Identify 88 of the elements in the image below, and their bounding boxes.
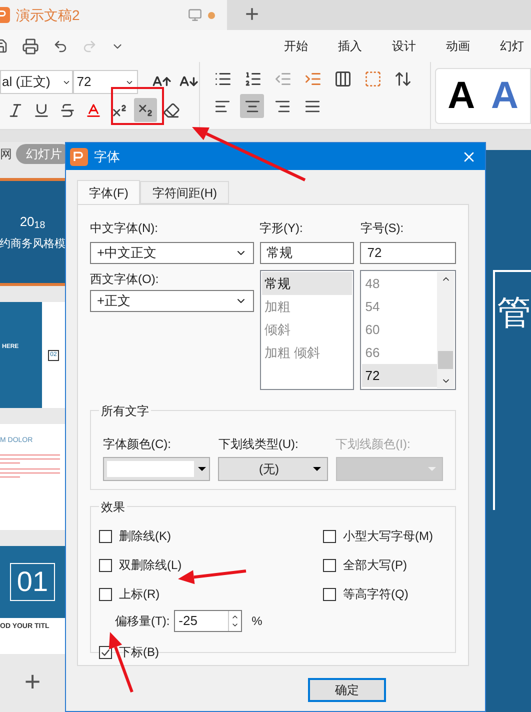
strike-icon	[59, 102, 76, 118]
field-label: 字形(Y):	[260, 220, 304, 237]
underline-icon	[33, 102, 50, 118]
slide-number: 01	[10, 563, 56, 601]
field-label: 字体颜色(C):	[103, 436, 172, 453]
checkbox-label: 下标(B)	[119, 644, 159, 661]
highlight-frame	[111, 87, 164, 125]
list-option[interactable]: 48	[362, 272, 437, 295]
dropdown-arrow-icon	[198, 467, 206, 471]
list-option[interactable]: 60	[362, 318, 437, 341]
field-label: 下划线颜色(I):	[336, 436, 412, 453]
panel-tab[interactable]: 网	[0, 145, 12, 163]
font-color-select[interactable]	[103, 457, 210, 481]
list-option[interactable]: 72	[362, 364, 437, 387]
monitor-icon[interactable]	[188, 8, 202, 22]
field-label: 下划线类型(U):	[218, 436, 300, 453]
slide-year: 20$_{18}$	[20, 213, 46, 232]
style-gallery[interactable]: A A	[434, 68, 531, 124]
list-option[interactable]: 倾斜	[262, 318, 352, 341]
bullet-list-icon[interactable]	[214, 70, 232, 88]
font-size-field[interactable]: 72	[72, 70, 138, 94]
size-input[interactable]: 72	[360, 242, 456, 264]
align-center-button[interactable]	[240, 94, 264, 118]
dialog-tab[interactable]: 字符间距(H)	[140, 181, 229, 204]
underline-type-select[interactable]: (无)	[218, 457, 328, 481]
scrollbar[interactable]	[437, 272, 454, 388]
checkbox[interactable]	[99, 558, 112, 572]
checkbox-label: 删除线(K)	[119, 528, 171, 545]
subscript-button[interactable]	[134, 98, 157, 122]
field-label: 字号(S):	[360, 220, 405, 237]
field-label: 偏移量(T):	[115, 613, 170, 630]
style-sample: A	[491, 77, 518, 115]
checkbox-label: 上标(R)	[119, 586, 160, 603]
clear-icon	[163, 102, 180, 118]
dropdown-arrow-icon	[428, 467, 436, 471]
option-list[interactable]: 48 54 60 66 72	[360, 270, 456, 390]
spin-up-icon[interactable]	[230, 613, 239, 621]
add-slide-button[interactable]: +	[24, 668, 41, 696]
text-box-icon[interactable]	[364, 70, 382, 88]
style-sample: A	[448, 77, 476, 115]
style-input[interactable]: 常规	[260, 242, 354, 264]
scroll-thumb[interactable]	[438, 351, 453, 369]
list-option[interactable]: 加粗 倾斜	[262, 341, 352, 364]
list-option[interactable]: 54	[362, 295, 437, 318]
checkbox[interactable]	[99, 530, 112, 542]
menu-tab[interactable]: 开始	[284, 37, 308, 55]
dialog-title: 字体	[94, 148, 120, 166]
checkbox-label: 双删除线(L)	[119, 557, 182, 574]
unit-label: %	[252, 613, 262, 630]
checkbox-label: 等高字符(Q)	[343, 586, 408, 603]
undo-icon[interactable]	[53, 38, 68, 54]
menu-tab[interactable]: 插入	[338, 37, 362, 55]
checkbox[interactable]	[323, 558, 336, 572]
list-option[interactable]: 66	[362, 341, 437, 364]
list-option[interactable]: 常规	[262, 272, 352, 295]
line-spacing-icon[interactable]	[394, 70, 412, 88]
spin-down-icon[interactable]	[230, 621, 239, 629]
field-label: 西文字体(O):	[90, 271, 160, 288]
menu-tab[interactable]: 幻灯	[500, 37, 524, 55]
font-name-field[interactable]: al (正文)	[0, 70, 73, 94]
field-label: 中文字体(N):	[90, 220, 159, 237]
menu-tab[interactable]: 设计	[392, 37, 416, 55]
columns-icon[interactable]	[334, 70, 352, 88]
checkbox[interactable]	[323, 530, 336, 542]
numbered-list-icon[interactable]	[244, 70, 262, 88]
checkbox[interactable]	[99, 646, 112, 658]
new-tab-button[interactable]: +	[245, 0, 260, 30]
western-font-select[interactable]: +正文	[90, 290, 254, 312]
dropdown-arrow-icon	[312, 467, 321, 471]
color-icon	[85, 102, 102, 118]
menu-tab[interactable]: 动画	[446, 37, 470, 55]
checkbox[interactable]	[99, 588, 112, 600]
checkbox-label: 小型大写字母(M)	[343, 528, 433, 545]
chinese-font-select[interactable]: +中文正文	[90, 242, 254, 264]
option-list[interactable]: 常规 加粗 倾斜 加粗 倾斜	[260, 270, 354, 390]
checkbox[interactable]	[323, 588, 336, 600]
slide-text: 管	[497, 294, 531, 332]
app-logo-icon	[70, 148, 88, 166]
dialog-tab[interactable]: 字体(F)	[77, 180, 140, 204]
print-icon[interactable]	[22, 38, 39, 54]
ok-button[interactable]: 确定	[308, 678, 386, 702]
offset-spinbox[interactable]: -25	[174, 610, 242, 632]
annotation-arrow	[178, 570, 246, 584]
indent-increase-icon[interactable]	[304, 70, 322, 88]
italic-icon	[7, 102, 24, 118]
checkbox-label: 全部大写(P)	[343, 557, 407, 574]
list-option[interactable]: 加粗	[262, 295, 352, 318]
text-placeholder[interactable]: 管	[493, 270, 531, 510]
